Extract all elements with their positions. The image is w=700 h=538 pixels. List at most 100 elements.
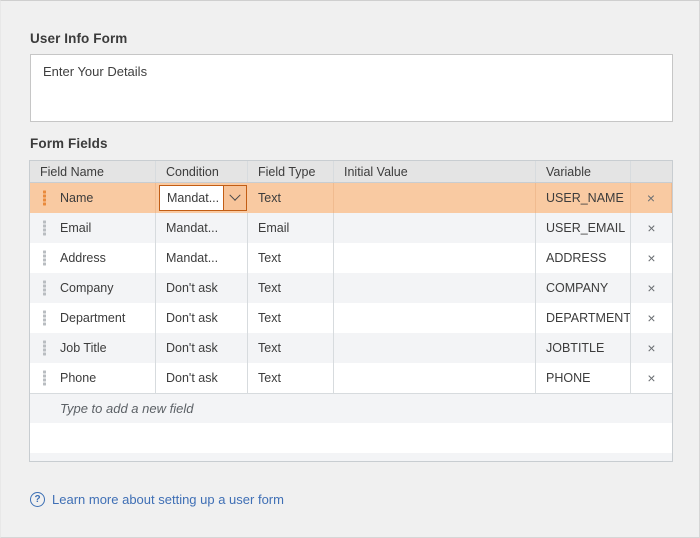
- column-header-variable[interactable]: Variable: [536, 161, 631, 182]
- learn-more-link[interactable]: Learn more about setting up a user form: [52, 492, 284, 507]
- column-header-initial-value[interactable]: Initial Value: [334, 161, 536, 182]
- close-icon: ×: [647, 370, 656, 386]
- close-icon: ×: [647, 280, 656, 296]
- delete-row-button[interactable]: ×: [631, 213, 672, 243]
- field-type-value: Text: [258, 251, 281, 265]
- close-icon: ×: [646, 190, 656, 206]
- cell-initial-value[interactable]: [334, 363, 536, 393]
- variable-value: JOBTITLE: [546, 341, 605, 355]
- variable-value: ADDRESS: [546, 251, 607, 265]
- drag-handle-icon[interactable]: [43, 220, 46, 236]
- drag-handle-icon[interactable]: [43, 370, 46, 386]
- cell-initial-value[interactable]: [334, 183, 536, 213]
- cell-initial-value[interactable]: [334, 333, 536, 363]
- cell-field-name[interactable]: Company: [30, 273, 156, 303]
- drag-handle-icon[interactable]: [43, 190, 46, 206]
- cell-condition[interactable]: Don't ask: [156, 303, 248, 333]
- field-type-value: Text: [258, 341, 281, 355]
- cell-initial-value[interactable]: [334, 213, 536, 243]
- cell-condition[interactable]: Don't ask: [156, 363, 248, 393]
- cell-variable[interactable]: JOBTITLE: [536, 333, 631, 363]
- field-name-value: Department: [60, 311, 126, 325]
- cell-field-name[interactable]: Email: [30, 213, 156, 243]
- cell-field-type[interactable]: Text: [248, 243, 334, 273]
- cell-field-type[interactable]: Text: [248, 363, 334, 393]
- cell-condition[interactable]: Mandat...: [156, 213, 248, 243]
- cell-variable[interactable]: ADDRESS: [536, 243, 631, 273]
- form-description-input[interactable]: Enter Your Details: [30, 54, 673, 122]
- chevron-down-icon[interactable]: [223, 186, 246, 210]
- field-name-value: Address: [60, 251, 106, 265]
- variable-value: COMPANY: [546, 281, 609, 295]
- field-name-value: Job Title: [60, 341, 107, 355]
- cell-field-name[interactable]: Address: [30, 243, 156, 273]
- user-info-form-label: User Info Form: [30, 31, 128, 46]
- cell-variable[interactable]: USER_NAME: [536, 183, 631, 213]
- condition-value: Don't ask: [166, 341, 218, 355]
- cell-initial-value[interactable]: [334, 243, 536, 273]
- condition-value: Mandat...: [166, 251, 219, 265]
- column-header-field-type[interactable]: Field Type: [248, 161, 334, 182]
- field-type-value: Text: [258, 371, 281, 385]
- cell-variable[interactable]: DEPARTMENT: [536, 303, 631, 333]
- close-icon: ×: [647, 340, 656, 356]
- cell-condition[interactable]: Mandat...: [156, 243, 248, 273]
- cell-field-type[interactable]: Text: [248, 183, 334, 213]
- cell-field-name[interactable]: Phone: [30, 363, 156, 393]
- column-header-field-name[interactable]: Field Name: [30, 161, 156, 182]
- delete-row-button[interactable]: ×: [631, 303, 672, 333]
- cell-variable[interactable]: COMPANY: [536, 273, 631, 303]
- cell-initial-value[interactable]: [334, 303, 536, 333]
- cell-variable[interactable]: PHONE: [536, 363, 631, 393]
- cell-condition[interactable]: Don't ask: [156, 333, 248, 363]
- drag-handle-icon[interactable]: [43, 310, 46, 326]
- table-row[interactable]: Address Mandat... Text ADDRESS ×: [30, 243, 672, 273]
- field-name-value: Company: [60, 281, 114, 295]
- table-row[interactable]: Job Title Don't ask Text JOBTITLE ×: [30, 333, 672, 363]
- form-fields-table: Field Name Condition Field Type Initial …: [29, 160, 673, 462]
- delete-row-button[interactable]: ×: [631, 273, 672, 303]
- table-row[interactable]: Phone Don't ask Text PHONE ×: [30, 363, 672, 393]
- cell-variable[interactable]: USER_EMAIL: [536, 213, 631, 243]
- drag-handle-icon[interactable]: [43, 280, 46, 296]
- variable-value: DEPARTMENT: [546, 311, 631, 325]
- empty-row: [30, 423, 672, 453]
- condition-value: Don't ask: [166, 311, 218, 325]
- field-type-value: Text: [258, 311, 281, 325]
- cell-field-type[interactable]: Text: [248, 303, 334, 333]
- table-row[interactable]: Department Don't ask Text DEPARTMENT ×: [30, 303, 672, 333]
- field-name-value: Email: [60, 221, 92, 235]
- new-field-placeholder: Type to add a new field: [60, 401, 194, 416]
- drag-handle-icon[interactable]: [43, 250, 46, 266]
- delete-row-button[interactable]: ×: [631, 183, 672, 213]
- cell-field-type[interactable]: Text: [248, 333, 334, 363]
- cell-initial-value[interactable]: [334, 273, 536, 303]
- field-type-value: Email: [258, 221, 290, 235]
- cell-field-type[interactable]: Text: [248, 273, 334, 303]
- field-name-value: Phone: [60, 371, 97, 385]
- variable-value: PHONE: [546, 371, 591, 385]
- cell-field-name[interactable]: Job Title: [30, 333, 156, 363]
- table-row[interactable]: Email Mandat... Email USER_EMAIL ×: [30, 213, 672, 243]
- user-form-settings-panel: User Info Form Enter Your Details Form F…: [0, 0, 700, 538]
- drag-handle-icon[interactable]: [43, 340, 46, 356]
- cell-condition[interactable]: Mandat...: [156, 183, 248, 213]
- delete-row-button[interactable]: ×: [631, 363, 672, 393]
- delete-row-button[interactable]: ×: [631, 243, 672, 273]
- table-row[interactable]: Name Mandat... Text USER_NAME ×: [30, 183, 672, 213]
- field-type-value: Text: [258, 281, 281, 295]
- cell-field-name[interactable]: Name: [30, 183, 156, 213]
- variable-value: USER_EMAIL: [546, 221, 626, 235]
- condition-dropdown[interactable]: Mandat...: [159, 185, 247, 211]
- condition-value: Don't ask: [166, 371, 218, 385]
- cell-field-name[interactable]: Department: [30, 303, 156, 333]
- table-header-row: Field Name Condition Field Type Initial …: [30, 161, 672, 183]
- cell-field-type[interactable]: Email: [248, 213, 334, 243]
- new-field-row[interactable]: Type to add a new field: [30, 393, 672, 423]
- close-icon: ×: [647, 250, 656, 266]
- field-type-value: Text: [258, 191, 281, 205]
- delete-row-button[interactable]: ×: [631, 333, 672, 363]
- table-row[interactable]: Company Don't ask Text COMPANY ×: [30, 273, 672, 303]
- cell-condition[interactable]: Don't ask: [156, 273, 248, 303]
- column-header-condition[interactable]: Condition: [156, 161, 248, 182]
